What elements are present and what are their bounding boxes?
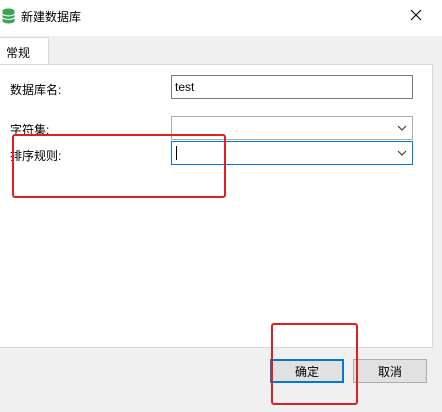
highlight-box-collation (12, 134, 226, 198)
cancel-button-label: 取消 (377, 364, 402, 379)
window-title: 新建数据库 (21, 10, 82, 24)
database-icon (2, 8, 15, 24)
db-name-input[interactable]: test (171, 75, 413, 99)
highlight-box-ok (271, 323, 358, 405)
general-panel: 数据库名: test 字符集: 排序规则: (0, 64, 433, 348)
close-button[interactable] (400, 0, 432, 30)
cancel-button[interactable]: 取消 (353, 359, 427, 383)
chevron-down-icon (397, 150, 407, 156)
chevron-down-icon (397, 125, 407, 131)
tab-general[interactable]: 常规 (0, 37, 49, 64)
title-bar: 新建数据库 (0, 0, 442, 32)
dialog-body: 常规 数据库名: test 字符集: 排序规则: 确定 取消 (0, 36, 442, 412)
db-name-value: test (175, 80, 195, 94)
tab-general-label: 常规 (6, 46, 31, 60)
db-name-label: 数据库名: (10, 83, 62, 97)
close-icon (410, 9, 422, 21)
